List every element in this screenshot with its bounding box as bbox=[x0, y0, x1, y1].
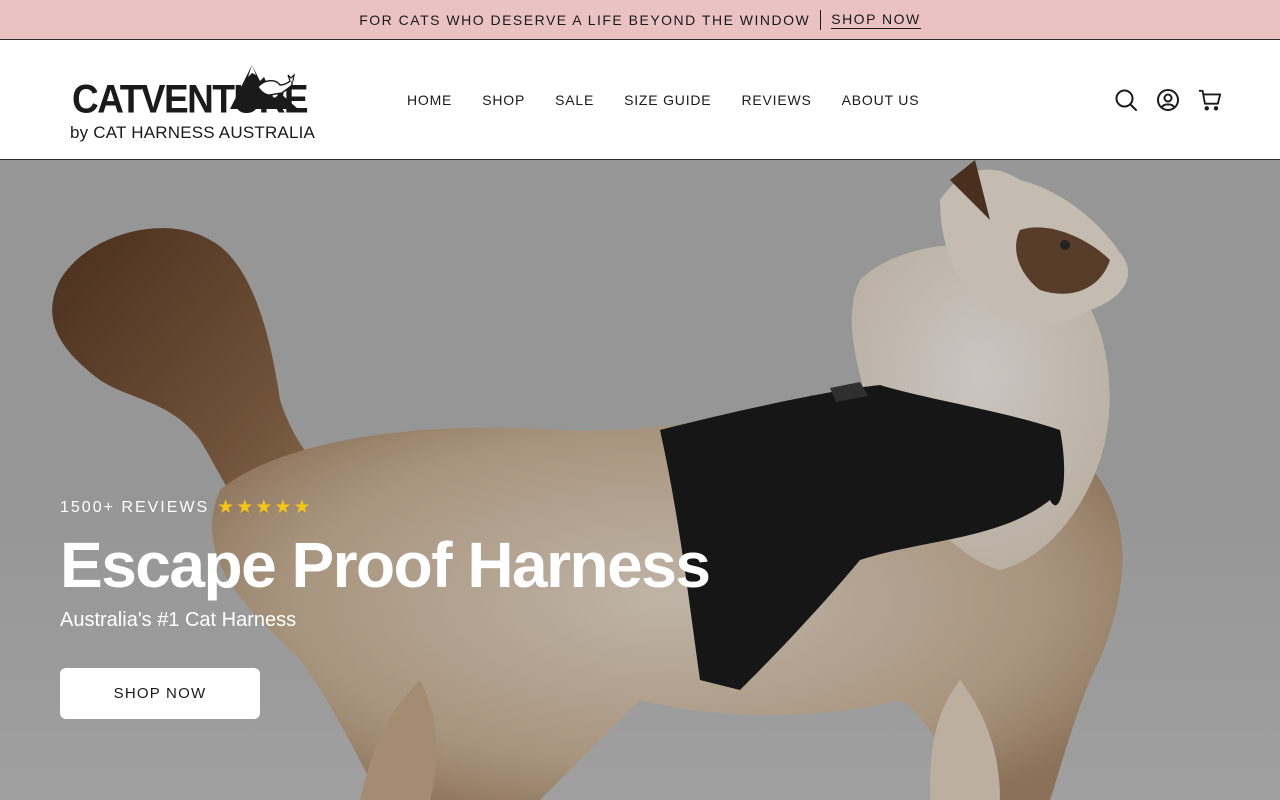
logo-tagline: by CAT HARNESS AUSTRALIA bbox=[70, 123, 316, 142]
nav-item-size-guide[interactable]: SIZE GUIDE bbox=[609, 92, 726, 108]
announcement-bar: FOR CATS WHO DESERVE A LIFE BEYOND THE W… bbox=[0, 0, 1280, 40]
nav-item-about-us[interactable]: ABOUT US bbox=[827, 92, 935, 108]
nav-item-home[interactable]: HOME bbox=[392, 92, 467, 108]
reviews-row: 1500+ REVIEWS ★ ★ ★ ★ ★ bbox=[60, 498, 709, 517]
main-nav: HOME SHOP SALE SIZE GUIDE REVIEWS ABOUT … bbox=[392, 41, 934, 159]
search-icon[interactable] bbox=[1114, 88, 1138, 112]
account-icon[interactable] bbox=[1156, 88, 1180, 112]
nav-item-sale[interactable]: SALE bbox=[540, 92, 609, 108]
hero-content: 1500+ REVIEWS ★ ★ ★ ★ ★ Escape Proof Har… bbox=[60, 498, 711, 632]
hero-banner: 1500+ REVIEWS ★ ★ ★ ★ ★ Escape Proof Har… bbox=[0, 160, 1280, 800]
header-actions bbox=[1114, 41, 1222, 159]
hero-shop-now-button[interactable]: SHOP NOW bbox=[60, 668, 260, 719]
site-header: CATVENTURE by CAT HARNESS AUSTRALIA HOME… bbox=[0, 41, 1280, 160]
logo-mountain-cat-icon bbox=[230, 65, 298, 109]
site-logo[interactable]: CATVENTURE by CAT HARNESS AUSTRALIA bbox=[68, 59, 315, 147]
nav-item-reviews[interactable]: REVIEWS bbox=[726, 92, 826, 108]
announcement-text: FOR CATS WHO DESERVE A LIFE BEYOND THE W… bbox=[359, 11, 811, 28]
reviews-count: 1500+ REVIEWS bbox=[60, 498, 210, 516]
nav-item-shop[interactable]: SHOP bbox=[467, 92, 540, 108]
star-icon: ★ bbox=[236, 497, 254, 518]
star-icon: ★ bbox=[217, 497, 235, 518]
announcement-divider bbox=[820, 9, 822, 30]
cart-icon[interactable] bbox=[1198, 88, 1222, 112]
star-icon: ★ bbox=[255, 497, 273, 518]
hero-title: Escape Proof Harness bbox=[60, 529, 711, 601]
announcement-shop-now-link[interactable]: SHOP NOW bbox=[831, 11, 921, 29]
star-icon: ★ bbox=[293, 497, 311, 518]
star-icon: ★ bbox=[274, 497, 292, 518]
hero-subtitle: Australia's #1 Cat Harness bbox=[60, 609, 297, 631]
star-rating: ★ ★ ★ ★ ★ bbox=[217, 498, 310, 517]
